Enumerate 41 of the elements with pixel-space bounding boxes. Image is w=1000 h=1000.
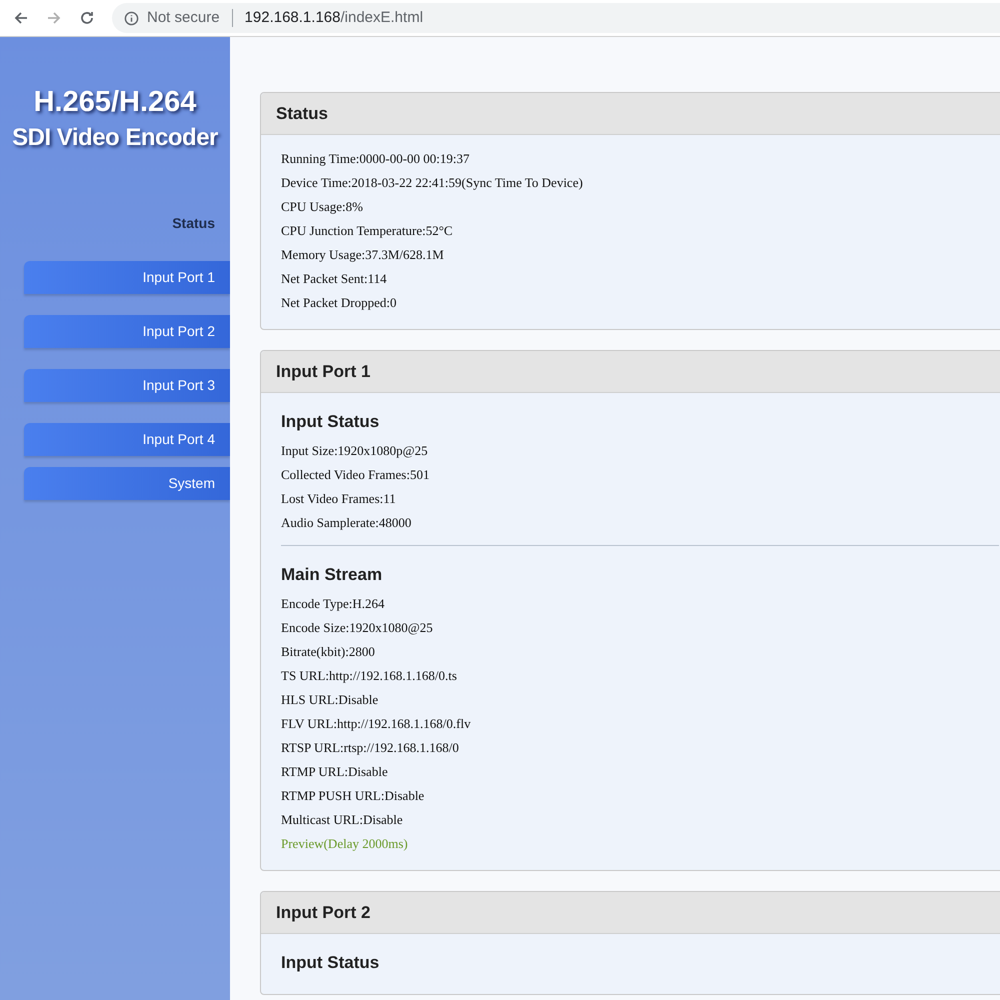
status-line: Net Packet Sent:114 bbox=[281, 270, 387, 288]
status-line: CPU Usage:8% bbox=[281, 198, 363, 216]
status-line: Memory Usage:37.3M/628.1M bbox=[281, 246, 444, 264]
status-line: Device Time:2018-03-22 22:41:59(Sync Time To Device) bbox=[281, 174, 583, 192]
status-line: Encode Size:1920x1080@25 bbox=[281, 619, 433, 638]
status-line: Lost Video Frames:11 bbox=[281, 490, 396, 508]
security-label: Not secure bbox=[147, 8, 220, 28]
logo-subtitle: SDI Video Encoder bbox=[12, 123, 218, 153]
status-line: RTSP URL:rtsp://192.168.1.168/0 bbox=[281, 739, 459, 758]
section-heading: Input Status bbox=[281, 952, 380, 974]
status-line: Running Time:0000-00-00 00:19:37 bbox=[281, 150, 470, 168]
status-line: RTMP URL:Disable bbox=[281, 763, 388, 782]
sidebar-nav-item[interactable]: Status bbox=[24, 207, 230, 240]
status-line: Input Size:1920x1080p@25 bbox=[281, 442, 428, 460]
sidebar-nav-item[interactable]: Input Port 1 bbox=[24, 261, 230, 294]
status-line: FLV URL:http://192.168.1.168/0.flv bbox=[281, 715, 471, 734]
back-arrow-icon[interactable] bbox=[13, 10, 29, 26]
status-line: Bitrate(kbit):2800 bbox=[281, 643, 375, 662]
info-icon[interactable] bbox=[124, 10, 139, 26]
panel-title: Input Port 2 bbox=[276, 902, 370, 924]
status-line: Audio Samplerate:48000 bbox=[281, 514, 412, 532]
status-line: HLS URL:Disable bbox=[281, 691, 378, 710]
status-line: Collected Video Frames:501 bbox=[281, 466, 430, 484]
address-bar-url[interactable]: 192.168.1.168/indexE.html bbox=[244, 6, 424, 30]
sidebar-nav-item[interactable]: Input Port 3 bbox=[24, 369, 230, 402]
sidebar-nav-item[interactable]: System bbox=[24, 467, 230, 500]
sidebar-nav-item[interactable]: Input Port 2 bbox=[24, 315, 230, 348]
panel-title: Status bbox=[276, 102, 328, 125]
section-heading: Input Status bbox=[281, 411, 380, 434]
preview-link[interactable]: Preview(Delay 2000ms) bbox=[281, 834, 408, 854]
status-line: CPU Junction Temperature:52°C bbox=[281, 222, 453, 240]
sidebar-nav-item[interactable]: Input Port 4 bbox=[24, 423, 230, 456]
status-line: Multicast URL:Disable bbox=[281, 811, 403, 830]
status-line: RTMP PUSH URL:Disable bbox=[281, 787, 424, 806]
section-heading: Main Stream bbox=[281, 564, 384, 586]
reload-icon[interactable] bbox=[79, 10, 95, 26]
panel-title: Input Port 1 bbox=[276, 360, 370, 383]
status-line: Net Packet Dropped:0 bbox=[281, 294, 397, 312]
logo-title: H.265/H.264 bbox=[34, 85, 196, 119]
status-line: Encode Type:H.264 bbox=[281, 595, 385, 614]
status-line: TS URL:http://192.168.1.168/0.ts bbox=[281, 667, 457, 686]
